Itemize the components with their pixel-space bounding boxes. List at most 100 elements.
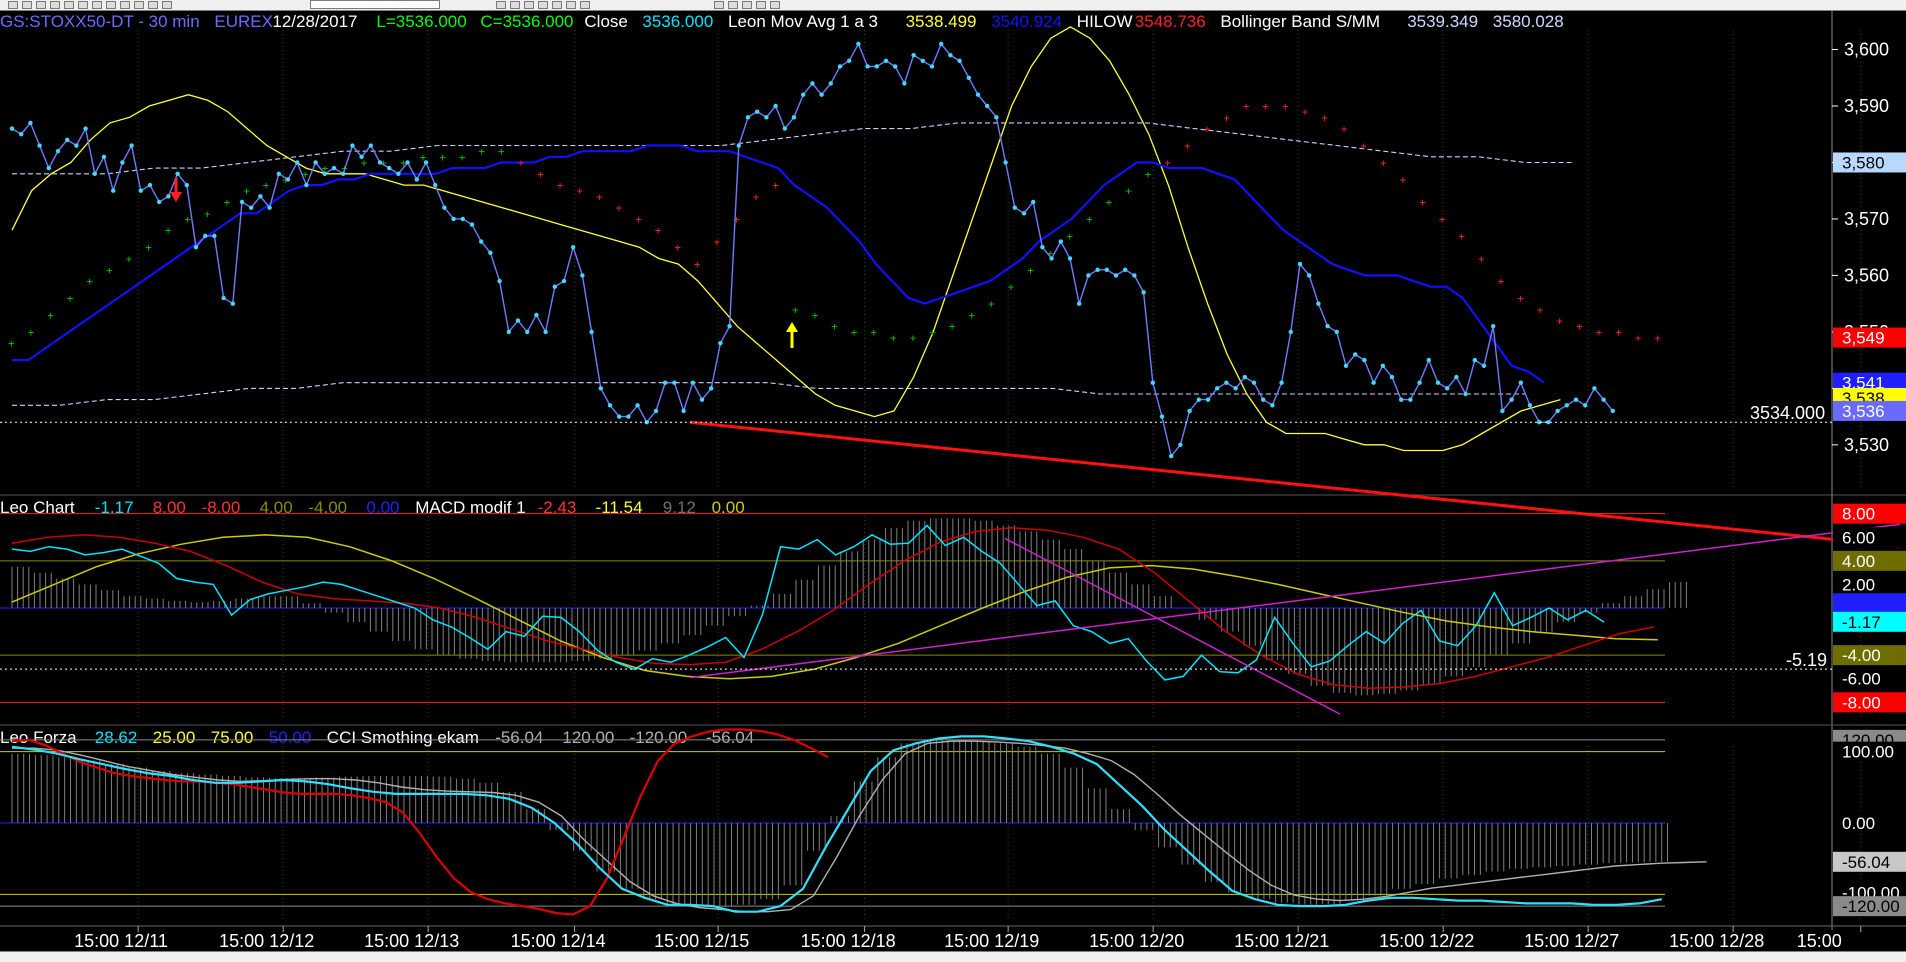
- macd-main-line: [11, 524, 1605, 681]
- close-point: [1610, 408, 1616, 414]
- header-value: 3540.924: [991, 12, 1062, 31]
- close-point: [129, 143, 134, 148]
- close-point: [1196, 397, 1202, 402]
- close-point: [322, 171, 327, 176]
- close-point: [847, 58, 852, 64]
- toolbar-button[interactable]: [36, 1, 46, 9]
- toolbar-button[interactable]: [728, 1, 738, 9]
- x-tick-label: 15:00: [1797, 931, 1842, 951]
- header-value: HILOW: [1077, 12, 1133, 31]
- toolbar-button[interactable]: [538, 1, 548, 9]
- hilow-marker: +: [1086, 213, 1093, 226]
- toolbar-button[interactable]: [106, 1, 116, 9]
- close-point: [101, 154, 107, 160]
- close-point: [929, 64, 935, 69]
- close-point: [1307, 273, 1312, 278]
- close-point: [276, 171, 281, 176]
- hilow-marker: +: [812, 309, 819, 322]
- chart-area: GS:STOXX50-DT - 30 min EUREX 12/28/2017 L=3…: [0, 10, 1906, 951]
- toolbar-button[interactable]: [162, 1, 172, 9]
- close-point: [1279, 380, 1284, 385]
- close-point: [1288, 329, 1294, 335]
- axis-value-tag: 3,580: [1833, 152, 1906, 173]
- axis-value-tag-label: -56.04: [1842, 853, 1890, 872]
- header-value: Leon Mov Avg 1 a 3: [728, 12, 878, 31]
- toolbar-button[interactable]: [770, 1, 780, 9]
- hilow-marker: +: [1635, 332, 1642, 345]
- axis-value-tag: 2.00: [1833, 574, 1906, 595]
- close-point: [598, 386, 603, 391]
- close-point: [147, 182, 153, 188]
- close-point: [1040, 244, 1045, 250]
- toolbar-button[interactable]: [580, 1, 590, 9]
- toolbar-button[interactable]: [78, 1, 88, 9]
- toolbar-button[interactable]: [8, 1, 18, 9]
- header-value: -56.04: [495, 728, 543, 747]
- hilow-marker: +: [243, 185, 250, 198]
- cci-panel: Leo Forza 28.62 25.00 75.00 50.00 CCI Smothin…: [0, 728, 1906, 920]
- toolbar-button[interactable]: [552, 1, 562, 9]
- axis-value-tag-label: -6.00: [1842, 670, 1881, 689]
- hilow-marker: +: [1615, 326, 1622, 339]
- toolbar-button[interactable]: [134, 1, 144, 9]
- hilow-marker: +: [576, 185, 583, 198]
- close-point: [157, 199, 162, 205]
- close-point: [414, 177, 419, 182]
- hilow-marker: +: [1125, 185, 1132, 198]
- symbol-field[interactable]: [310, 0, 440, 9]
- macd-trendline: [689, 523, 1901, 679]
- axis-value-tag-label: -120.00: [1842, 897, 1900, 916]
- close-point: [55, 148, 61, 154]
- toolbar-button[interactable]: [496, 1, 506, 9]
- close-point: [755, 109, 760, 114]
- hilow-marker: +: [1106, 196, 1113, 209]
- toolbar-button[interactable]: [510, 1, 520, 9]
- toolbar-button[interactable]: [120, 1, 130, 9]
- toolbar-button[interactable]: [50, 1, 60, 9]
- close-point: [1233, 386, 1238, 391]
- hilow-marker: +: [1537, 303, 1544, 316]
- close-point: [1592, 386, 1597, 391]
- close-point: [985, 103, 990, 109]
- close-point: [1472, 357, 1478, 363]
- close-point: [1380, 363, 1386, 368]
- close-point: [727, 324, 732, 329]
- axis-value-tag: -120.00: [1833, 896, 1906, 917]
- hilow-marker: +: [145, 241, 152, 254]
- toolbar-button[interactable]: [92, 1, 102, 9]
- toolbar-button[interactable]: [756, 1, 766, 9]
- hilow-marker: +: [1282, 100, 1289, 113]
- panel-header: GS:STOXX50-DT - 30 min EUREX 12/28/2017 L=3…: [0, 12, 1564, 31]
- x-tick-label: 15:00 12/14: [511, 931, 606, 951]
- toolbar-button[interactable]: [742, 1, 752, 9]
- close-point: [635, 403, 640, 408]
- close-point: [561, 278, 567, 284]
- toolbar-button[interactable]: [22, 1, 32, 9]
- close-point: [1261, 397, 1266, 402]
- toolbar-button[interactable]: [566, 1, 576, 9]
- hilow-marker: +: [263, 179, 270, 192]
- header-value: 25.00: [153, 728, 196, 747]
- hilow-marker: +: [792, 303, 799, 316]
- close-point: [1031, 199, 1036, 205]
- axis-value-tag-label: 3,580: [1842, 153, 1885, 172]
- close-point: [267, 205, 272, 210]
- y-tick-label: 3,560: [1844, 265, 1889, 285]
- axis-value-tag: 4.00: [1833, 550, 1906, 571]
- header-value: Close: [584, 12, 627, 31]
- axis-value-tag-label: 3,536: [1842, 402, 1885, 421]
- close-point: [249, 205, 254, 210]
- sell-arrow-icon: [170, 178, 182, 202]
- header-value: Leo Forza: [0, 728, 77, 747]
- close-point: [1123, 267, 1128, 272]
- toolbar-button[interactable]: [524, 1, 534, 9]
- hilow-marker: +: [772, 179, 779, 192]
- toolbar-button[interactable]: [64, 1, 74, 9]
- toolbar-button[interactable]: [148, 1, 158, 9]
- hilow-marker: +: [67, 292, 74, 305]
- close-point: [506, 329, 511, 335]
- close-point: [1012, 205, 1017, 210]
- close-point: [1049, 256, 1054, 261]
- macd-panel: Leo Chart -1.17 8.00 -8.00 4.00 -4.00 0.00 MACD…: [0, 498, 1906, 726]
- toolbar-button[interactable]: [714, 1, 724, 9]
